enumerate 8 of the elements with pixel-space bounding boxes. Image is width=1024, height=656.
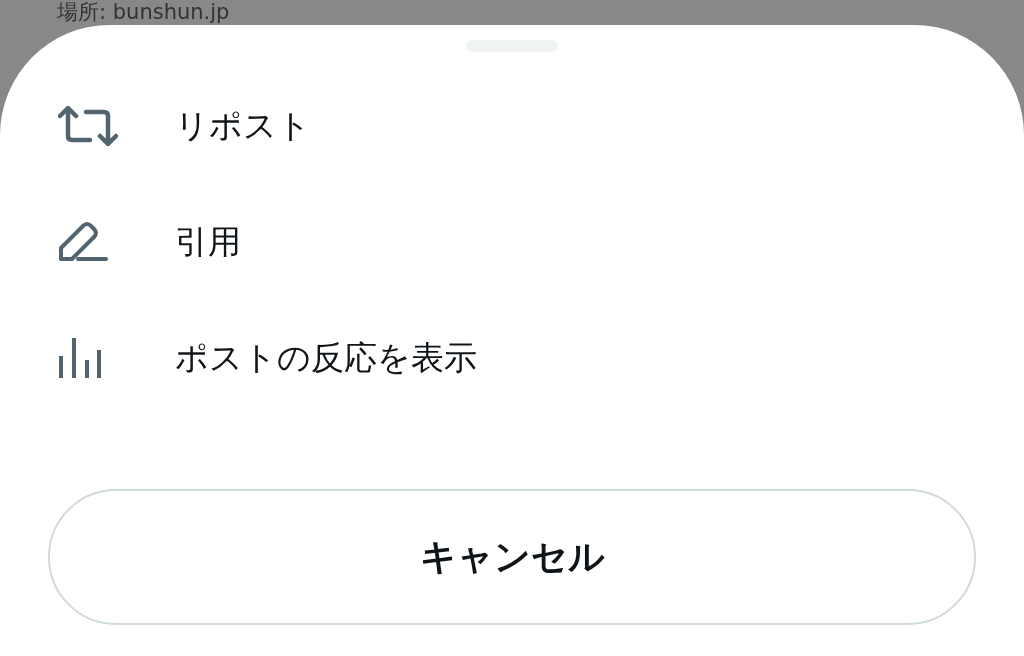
- pencil-icon: [58, 222, 108, 262]
- menu-item[interactable]: リポスト: [175, 103, 311, 149]
- repost-icon: [58, 106, 118, 146]
- menu-item[interactable]: ポストの反応を表示: [175, 335, 477, 381]
- background-text: 場所: bunshun.jp: [57, 0, 230, 24]
- bar-chart-icon: [58, 336, 102, 380]
- cancel-button[interactable]: キャンセル: [48, 489, 976, 625]
- menu-item[interactable]: 引用: [175, 219, 241, 265]
